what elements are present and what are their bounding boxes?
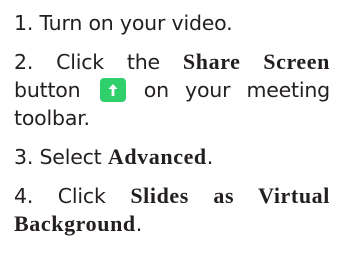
step-3-suffix: . (206, 145, 214, 169)
step-2-prefix: 2. Click the (14, 50, 183, 74)
step-3-advanced-label: Advanced (107, 144, 207, 169)
step-2-mid: button (14, 78, 81, 102)
step-1: 1. Turn on your video. (14, 9, 330, 37)
share-screen-icon (99, 78, 126, 102)
step-4-suffix: . (135, 212, 143, 236)
step-2-share-screen-label: Share Screen (182, 49, 330, 74)
step-1-text: 1. Turn on your video. (14, 11, 233, 35)
step-2: 2. Click the Share Screen button on your… (14, 48, 330, 132)
step-4-prefix: 4. Click (14, 184, 131, 208)
step-3-prefix: 3. Select (14, 145, 108, 169)
up-arrow-icon (108, 84, 118, 96)
instruction-steps: 1. Turn on your video. 2. Click the Shar… (14, 9, 330, 249)
step-4: 4. Click Slides as Virtual Background. (14, 182, 330, 238)
step-3: 3. Select Advanced. (14, 143, 330, 171)
